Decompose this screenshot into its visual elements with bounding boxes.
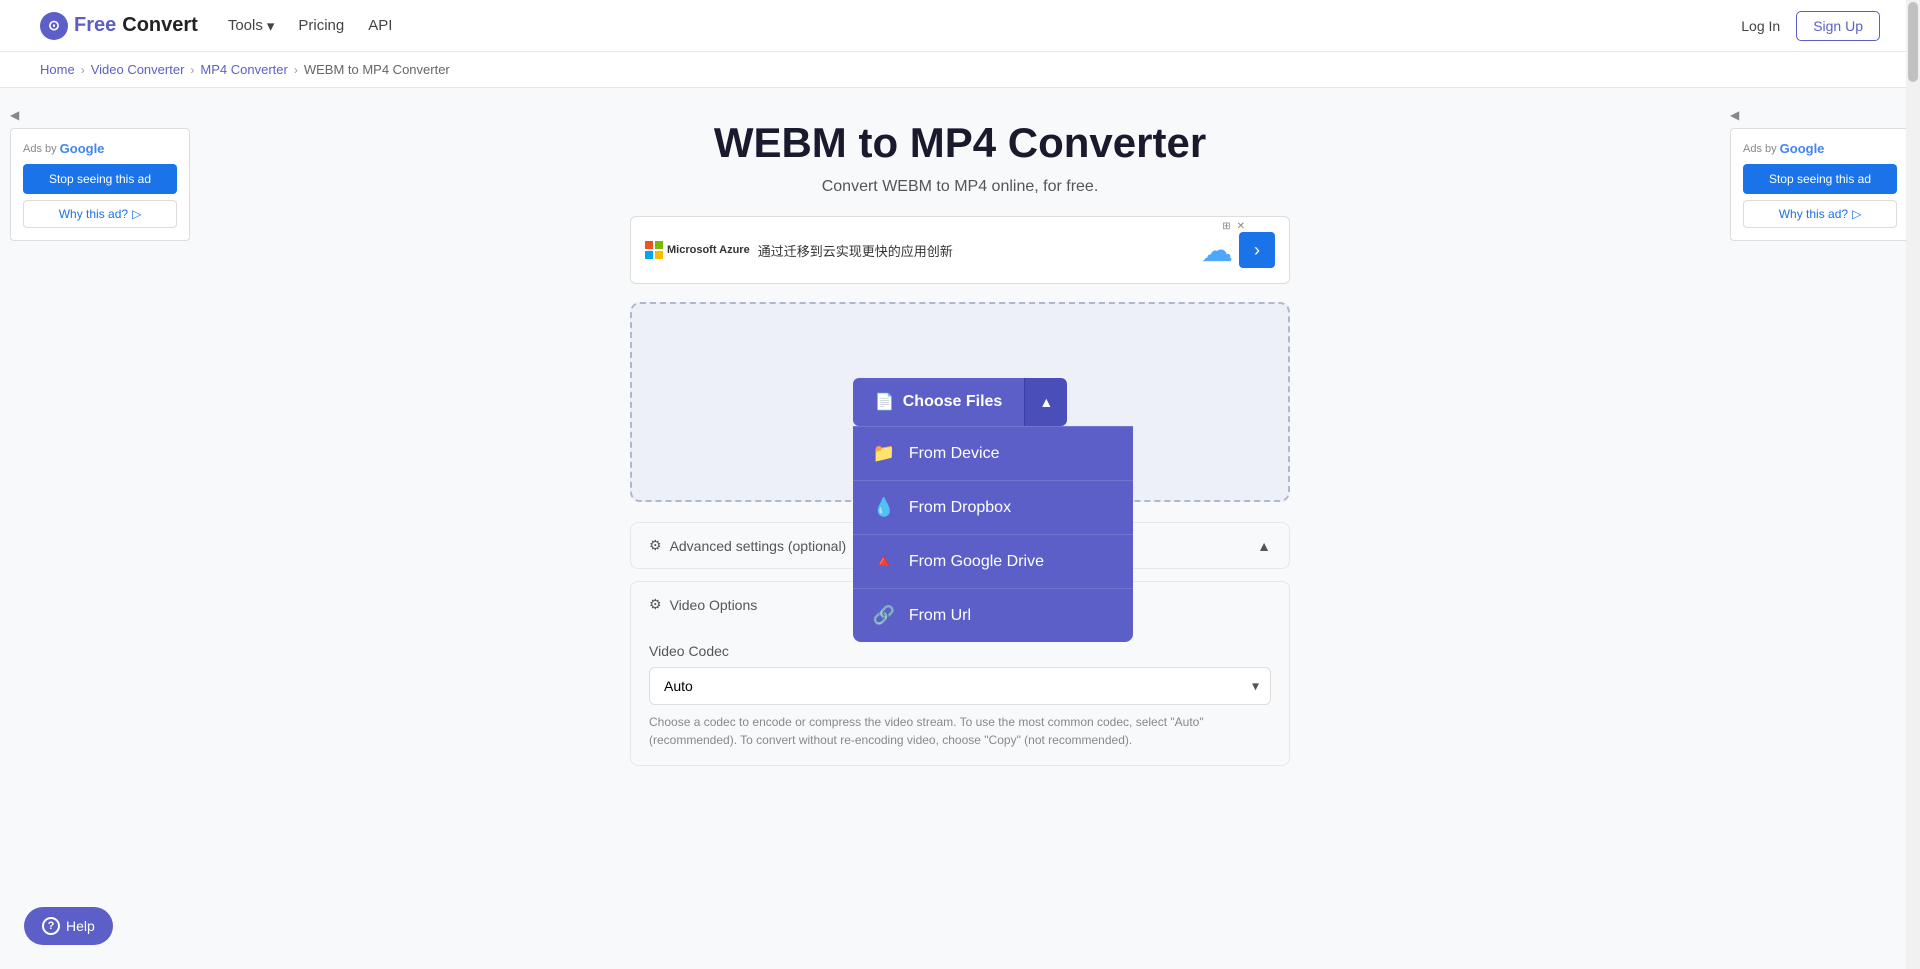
main-nav: Tools ▾ Pricing API [228, 17, 393, 35]
left-ad-panel: ◀ Ads by Google Stop seeing this ad Why … [0, 88, 200, 967]
dropdown-item-google-drive[interactable]: 🔺 From Google Drive [853, 534, 1133, 588]
left-ad-box: Ads by Google Stop seeing this ad Why th… [10, 128, 190, 241]
settings-header-left: ⚙ Advanced settings (optional) [649, 537, 846, 554]
page-layout: ◀ Ads by Google Stop seeing this ad Why … [0, 88, 1920, 967]
breadcrumb-home[interactable]: Home [40, 62, 75, 77]
codec-select-wrapper: Auto H.264 H.265 VP8 VP9 AV1 Copy ▾ [649, 667, 1271, 705]
help-circle-icon: ? [42, 917, 60, 935]
ms-azure-logo: Microsoft Azure [645, 241, 750, 259]
ad-cloud-icon: ☁ [1201, 231, 1233, 269]
left-ad-back-arrow[interactable]: ◀ [10, 108, 19, 122]
scrollbar-thumb[interactable] [1908, 2, 1918, 82]
ad-banner-right: ☁ › [1201, 231, 1275, 269]
ad-banner-left: Microsoft Azure 通过迁移到云实现更快的应用创新 [645, 241, 1201, 260]
signup-button[interactable]: Sign Up [1796, 11, 1880, 41]
left-stop-ad-button[interactable]: Stop seeing this ad [23, 164, 177, 194]
right-ad-panel: ◀ Ads by Google Stop seeing this ad Why … [1720, 88, 1920, 967]
dropdown-item-device[interactable]: 📁 From Device [853, 426, 1133, 480]
left-google-label: Google [60, 141, 105, 156]
page-title: WEBM to MP4 Converter [630, 118, 1290, 168]
breadcrumb: Home › Video Converter › MP4 Converter ›… [0, 52, 1920, 88]
right-ad-box: Ads by Google Stop seeing this ad Why th… [1730, 128, 1910, 241]
ms-azure-text: Microsoft Azure [667, 244, 750, 256]
help-button[interactable]: ? Help [24, 907, 113, 945]
choose-files-button[interactable]: 📄 Choose Files [853, 378, 1025, 426]
main-content: WEBM to MP4 Converter Convert WEBM to MP… [610, 88, 1310, 967]
ad-arrow-button[interactable]: › [1239, 232, 1275, 268]
breadcrumb-sep-2: › [190, 63, 194, 77]
breadcrumb-video-converter[interactable]: Video Converter [91, 62, 185, 77]
logo-convert: Convert [122, 14, 198, 37]
ad-banner: ⊞ ✕ Microsoft Azure 通过迁移到云实现更快的应用创新 ☁ [630, 216, 1290, 284]
ms-squares [645, 241, 663, 259]
right-ad-back-arrow[interactable]: ◀ [1730, 108, 1739, 122]
nav-tools[interactable]: Tools ▾ [228, 17, 275, 35]
codec-label: Video Codec [649, 643, 1271, 659]
chevron-down-icon: ▾ [267, 17, 275, 35]
header-right: Log In Sign Up [1741, 11, 1880, 41]
codec-section: Video Codec Auto H.264 H.265 VP8 VP9 AV1… [631, 627, 1289, 765]
device-icon: 📁 [873, 443, 895, 464]
dropbox-icon: 💧 [873, 497, 895, 518]
logo-icon: ⊙ [40, 12, 68, 40]
right-stop-ad-button[interactable]: Stop seeing this ad [1743, 164, 1897, 194]
chevron-up-icon: ▲ [1039, 394, 1053, 410]
choose-files-dropdown: 📁 From Device 💧 From Dropbox 🔺 From Goog… [853, 426, 1133, 642]
breadcrumb-sep-3: › [294, 63, 298, 77]
right-why-ad-button[interactable]: Why this ad? ▷ [1743, 200, 1897, 228]
google-drive-icon: 🔺 [873, 551, 895, 572]
choose-files-toggle-button[interactable]: ▲ [1024, 378, 1067, 426]
left-ads-by-google: Ads by Google [23, 141, 177, 156]
dropdown-item-dropbox[interactable]: 💧 From Dropbox [853, 480, 1133, 534]
logo[interactable]: ⊙ Free Convert [40, 12, 198, 40]
login-button[interactable]: Log In [1741, 18, 1780, 34]
video-gear-icon: ⚙ [649, 596, 662, 613]
upload-zone[interactable]: 📄 Choose Files ▲ 📁 From Device 💧 From Dr… [630, 302, 1290, 502]
breadcrumb-sep-1: › [81, 63, 85, 77]
ad-banner-text: 通过迁移到云实现更快的应用创新 [758, 241, 953, 260]
left-why-ad-icon: ▷ [132, 207, 141, 221]
right-google-label: Google [1780, 141, 1825, 156]
choose-files-row: 📄 Choose Files ▲ [853, 378, 1067, 426]
scrollbar[interactable] [1906, 0, 1920, 969]
file-icon: 📄 [875, 392, 895, 412]
breadcrumb-mp4-converter[interactable]: MP4 Converter [200, 62, 287, 77]
codec-hint: Choose a codec to encode or compress the… [649, 713, 1271, 749]
right-why-ad-icon: ▷ [1852, 207, 1861, 221]
gear-icon: ⚙ [649, 537, 662, 554]
right-ads-by-google: Ads by Google [1743, 141, 1897, 156]
link-icon: 🔗 [873, 605, 895, 626]
nav-api[interactable]: API [368, 17, 392, 34]
ad-banner-controls: ⊞ ✕ [1222, 221, 1245, 232]
dropdown-item-url[interactable]: 🔗 From Url [853, 588, 1133, 642]
header: ⊙ Free Convert Tools ▾ Pricing API Log In… [0, 0, 1920, 52]
left-why-ad-button[interactable]: Why this ad? ▷ [23, 200, 177, 228]
codec-select[interactable]: Auto H.264 H.265 VP8 VP9 AV1 Copy [649, 667, 1271, 705]
settings-chevron-icon: ▲ [1257, 538, 1271, 554]
logo-free: Free [74, 14, 116, 37]
breadcrumb-current: WEBM to MP4 Converter [304, 62, 450, 77]
choose-files-container: 📄 Choose Files ▲ 📁 From Device 💧 From Dr… [853, 378, 1067, 426]
nav-pricing[interactable]: Pricing [298, 17, 344, 34]
page-subtitle: Convert WEBM to MP4 online, for free. [630, 178, 1290, 196]
